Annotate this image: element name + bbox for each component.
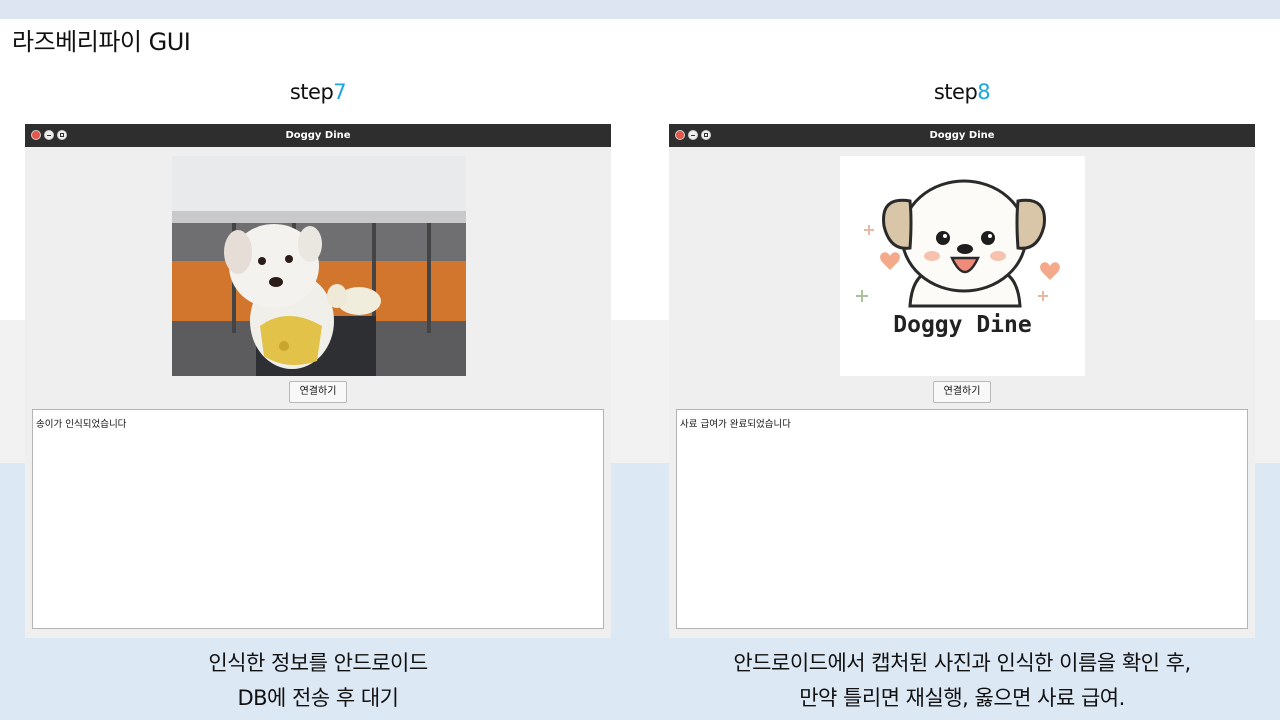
- app-window-step7: Doggy Dine 연결하기 송이가 인식되었습니다: [25, 124, 611, 638]
- maximize-icon[interactable]: [701, 130, 711, 140]
- minimize-icon[interactable]: [688, 130, 698, 140]
- step-prefix: step: [289, 80, 334, 104]
- window-titlebar[interactable]: Doggy Dine: [25, 124, 611, 147]
- log-textarea[interactable]: 송이가 인식되었습니다: [32, 409, 604, 629]
- connect-button[interactable]: 연결하기: [933, 381, 991, 403]
- log-textarea[interactable]: 사료 급여가 완료되었습니다: [676, 409, 1248, 629]
- page-title: 라즈베리파이 GUI: [12, 28, 191, 56]
- dog-photo-icon: [172, 156, 466, 376]
- caption-line-2: 만약 틀리면 재실행, 옳으면 사료 급여.: [799, 686, 1125, 710]
- step-label-7: step7: [268, 80, 368, 104]
- logo-text: Doggy Dine: [893, 312, 1032, 338]
- connect-button[interactable]: 연결하기: [289, 381, 347, 403]
- step-number: 7: [333, 80, 347, 104]
- doggy-dine-logo-icon: [856, 179, 1060, 308]
- window-titlebar[interactable]: Doggy Dine: [669, 124, 1255, 147]
- step-number: 8: [977, 80, 991, 104]
- caption-line-1: 안드로이드에서 캡처된 사진과 인식한 이름을 확인 후,: [733, 651, 1191, 675]
- step-prefix: step: [933, 80, 978, 104]
- top-band: [0, 0, 1280, 19]
- app-window-step8: Doggy Dine Doggy Dine 연결하기 사료 급여가 완료되었습니…: [669, 124, 1255, 638]
- step-label-8: step8: [912, 80, 1012, 104]
- caption-line-1: 인식한 정보를 안드로이드: [208, 651, 428, 675]
- window-title: Doggy Dine: [929, 130, 995, 141]
- window-title: Doggy Dine: [285, 130, 351, 141]
- caption-step8: 안드로이드에서 캡처된 사진과 인식한 이름을 확인 후, 만약 틀리면 재실행…: [669, 646, 1255, 716]
- minimize-icon[interactable]: [44, 130, 54, 140]
- close-icon[interactable]: [31, 130, 41, 140]
- caption-line-2: DB에 전송 후 대기: [237, 686, 399, 710]
- logo-image: Doggy Dine: [840, 156, 1085, 376]
- close-icon[interactable]: [675, 130, 685, 140]
- maximize-icon[interactable]: [57, 130, 67, 140]
- camera-photo: [172, 156, 466, 376]
- caption-step7: 인식한 정보를 안드로이드 DB에 전송 후 대기: [25, 646, 611, 716]
